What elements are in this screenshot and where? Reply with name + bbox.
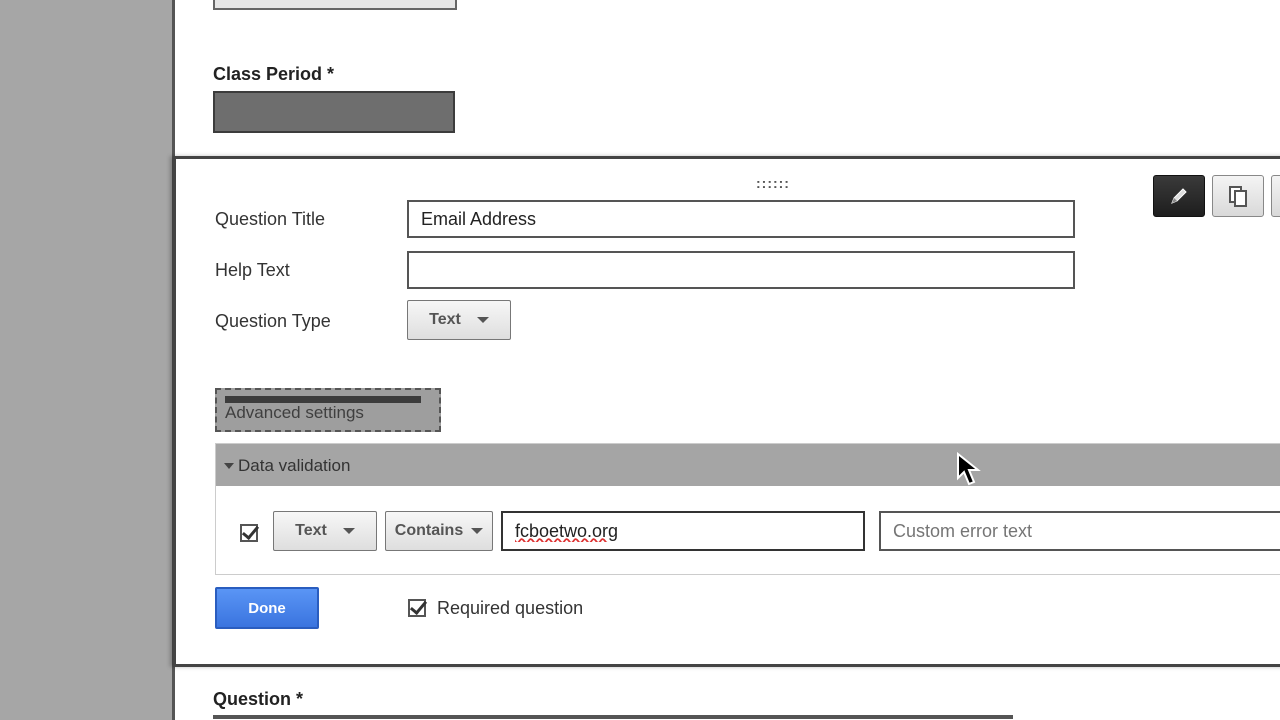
previous-field-input[interactable]: [213, 0, 457, 10]
data-validation-title: Data validation: [238, 456, 351, 475]
question-title-label: Question Title: [215, 209, 326, 229]
done-button[interactable]: Done: [215, 587, 319, 629]
question-type-label: Question Type: [215, 311, 331, 331]
redaction-bar: [225, 396, 421, 403]
duplicate-question-button[interactable]: [1212, 175, 1264, 217]
question-edit-panel: :::::: Question Title Help Text Question…: [173, 156, 1280, 667]
data-validation-section: Data validation Text Contains: [215, 443, 1280, 575]
class-period-input[interactable]: [213, 91, 455, 133]
required-question-label: Required question: [437, 598, 584, 618]
next-question-input[interactable]: [213, 715, 1013, 719]
validation-enabled-checkbox[interactable]: [240, 524, 258, 542]
validation-type-dropdown[interactable]: Text: [273, 511, 377, 551]
collapse-caret-icon: [224, 463, 234, 469]
class-period-label: Class Period *: [213, 64, 335, 84]
validation-condition-value: Contains: [394, 522, 464, 539]
duplicate-icon: [1229, 186, 1247, 207]
question-title-input[interactable]: [407, 200, 1075, 238]
validation-condition-dropdown[interactable]: Contains: [385, 511, 493, 551]
help-text-input[interactable]: [407, 251, 1075, 289]
required-question-checkbox[interactable]: [408, 599, 426, 617]
left-gutter: [0, 0, 172, 720]
help-text-label: Help Text: [215, 260, 290, 280]
validation-type-value: Text: [295, 522, 327, 539]
edit-question-button[interactable]: [1153, 175, 1205, 217]
advanced-settings-label: Advanced settings: [225, 403, 364, 422]
custom-error-input[interactable]: [879, 511, 1280, 551]
delete-question-button[interactable]: [1271, 175, 1280, 217]
advanced-settings-link[interactable]: Advanced settings: [215, 388, 441, 432]
chevron-down-icon: [342, 528, 355, 534]
question-type-value: Text: [429, 311, 461, 328]
pencil-icon: [1171, 188, 1187, 204]
next-question-label: Question *: [213, 689, 304, 709]
mouse-cursor-icon: [957, 452, 981, 486]
chevron-down-icon: [471, 528, 484, 534]
data-validation-header[interactable]: Data validation: [216, 444, 1280, 486]
validation-pattern-input[interactable]: [501, 511, 865, 551]
chevron-down-icon: [476, 317, 489, 323]
question-type-dropdown[interactable]: Text: [407, 300, 511, 340]
drag-handle[interactable]: ::::::: [756, 175, 790, 191]
